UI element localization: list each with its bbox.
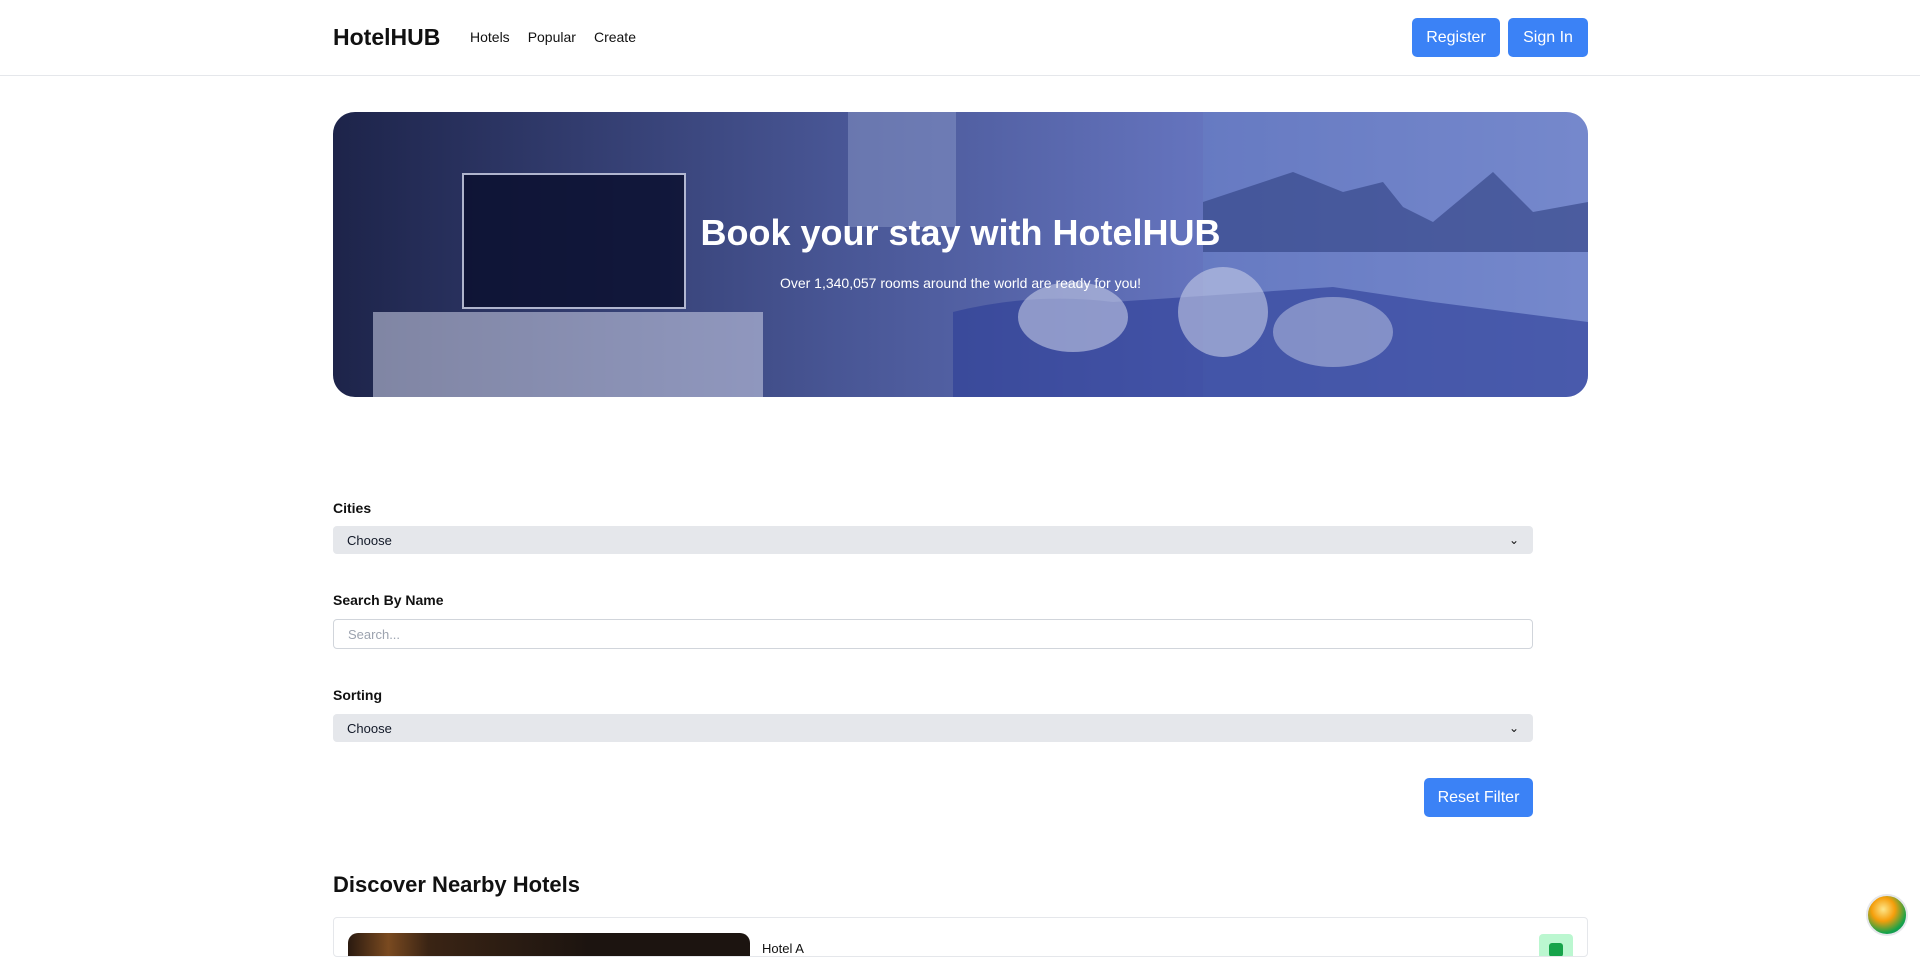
- main-nav: Hotels Popular Create: [470, 29, 636, 45]
- sorting-select-value: Choose: [347, 720, 392, 736]
- hotel-image: [348, 933, 750, 956]
- badge-icon: [1549, 943, 1563, 956]
- reset-filter-button[interactable]: Reset Filter: [1424, 778, 1533, 817]
- chevron-down-icon: ⌄: [1508, 533, 1519, 547]
- hero-banner: Book your stay with HotelHUB Over 1,340,…: [333, 112, 1588, 397]
- sorting-label: Sorting: [333, 687, 382, 703]
- cities-label: Cities: [333, 500, 372, 516]
- hotel-card[interactable]: Hotel A: [333, 917, 1588, 957]
- nav-link-create[interactable]: Create: [594, 29, 636, 45]
- brand-logo[interactable]: HotelHUB: [333, 24, 440, 51]
- nav-link-hotels[interactable]: Hotels: [470, 29, 510, 45]
- hero-background-image: [373, 112, 1588, 397]
- top-navbar: HotelHUB Hotels Popular Create Register …: [0, 0, 1920, 76]
- sorting-select[interactable]: Choose ⌄: [333, 714, 1533, 742]
- search-by-name-label: Search By Name: [333, 592, 444, 608]
- hero-title: Book your stay with HotelHUB: [700, 212, 1221, 253]
- chevron-down-icon: ⌄: [1508, 721, 1519, 735]
- nav-link-popular[interactable]: Popular: [528, 29, 576, 45]
- search-input[interactable]: Search...: [333, 619, 1533, 649]
- floating-widget-icon[interactable]: [1866, 894, 1908, 936]
- hero-subtitle: Over 1,340,057 rooms around the world ar…: [779, 275, 1142, 291]
- register-button[interactable]: Register: [1412, 18, 1500, 57]
- cities-select[interactable]: Choose ⌄: [333, 526, 1533, 554]
- section-title: Discover Nearby Hotels: [333, 872, 580, 897]
- search-input-placeholder: Search...: [348, 626, 401, 642]
- hotel-name: Hotel A: [762, 941, 804, 956]
- cities-select-value: Choose: [347, 532, 392, 548]
- sign-in-button[interactable]: Sign In: [1508, 18, 1588, 57]
